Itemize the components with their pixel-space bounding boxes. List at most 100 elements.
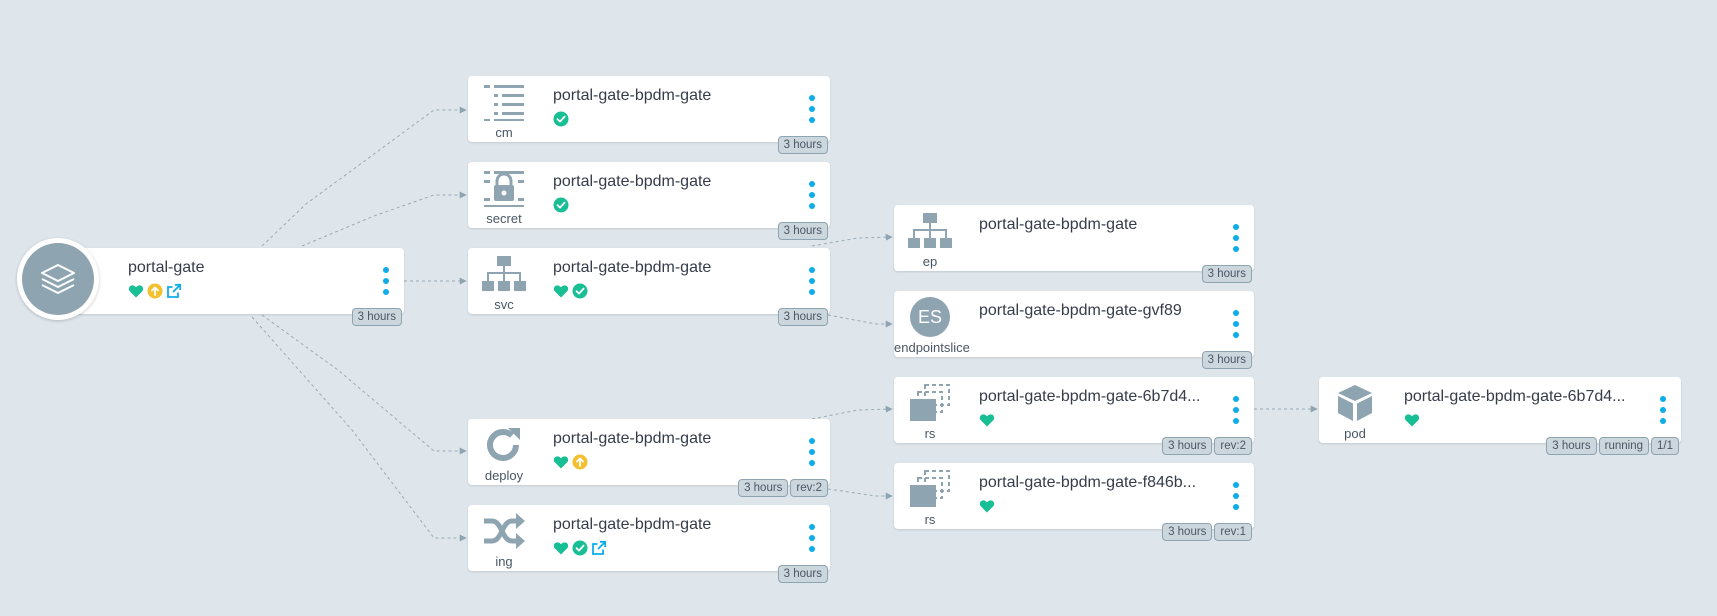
resource-node-rs-2[interactable]: rs portal-gate-bpdm-gate-f846b... 3 hour… [894,463,1254,541]
edge-svc-es [827,314,893,328]
resource-menu-button[interactable] [1232,396,1240,424]
info-tag: rev:2 [1214,437,1252,455]
resource-node-ing[interactable]: ing portal-gate-bpdm-gate 3 hours [468,505,830,583]
resource-kind-label: rs [924,426,936,441]
resource-kind-label: rs [924,512,936,527]
resource-name: portal-gate-bpdm-gate-gvf89 [979,302,1182,319]
age-tag: 3 hours [1201,351,1252,369]
age-tag: 3 hours [351,308,402,326]
resource-menu-button[interactable] [1232,224,1240,252]
age-tag: 3 hours [777,308,828,326]
edge-app-cm [261,106,467,247]
resource-name: portal-gate-bpdm-gate [553,87,712,104]
resource-node-endpointslice[interactable]: ES endpointslice portal-gate-bpdm-gate-g… [894,291,1254,369]
age-tag: 3 hours [777,565,828,583]
resource-node-svc[interactable]: svc portal-gate-bpdm-gate 3 hours [468,248,830,326]
resource-tags: 3 hours [1201,265,1252,283]
resource-menu-button[interactable] [808,438,816,466]
redo-icon [476,425,532,465]
edge-app-ing [251,316,467,542]
resource-name: portal-gate-bpdm-gate [553,430,712,447]
resource-menu-button[interactable] [1659,396,1667,424]
app-tags: 3 hours [351,308,402,326]
resource-tags: 3 hours [777,222,828,240]
external-link-icon[interactable] [591,540,607,556]
heart-icon [128,283,144,299]
resource-status-icons [553,111,569,127]
layers-icon [22,243,94,315]
resource-kind-label: ing [495,554,513,569]
edge-app-secret [301,191,467,247]
edge-deploy-rs2 [827,488,893,500]
age-tag: 3 hours [738,479,789,497]
resource-menu-button[interactable] [1232,310,1240,338]
edge-deploy-rs1 [811,405,893,420]
info-tag: rev:1 [1214,523,1252,541]
arrow-up-circle-icon [572,454,588,470]
resource-status-icons [553,540,607,556]
resource-status-icons [553,197,569,213]
heart-icon [553,540,569,556]
resource-node-deploy[interactable]: deploy portal-gate-bpdm-gate 3 hours rev:… [468,419,830,497]
resource-name: portal-gate-bpdm-gate-6b7d4... [1404,388,1626,405]
age-tag: 3 hours [1546,437,1597,455]
resource-kind-label: cm [495,125,513,140]
resource-menu-button[interactable] [1232,482,1240,510]
resource-node-pod[interactable]: pod portal-gate-bpdm-gate-6b7d4... 3 hou… [1319,377,1681,455]
resource-tags: 3 hours [777,308,828,326]
resource-node-cm[interactable]: cm portal-gate-bpdm-gate 3 hours [468,76,830,154]
edge-app-deploy [261,314,467,455]
resource-kind-label: endpointslice [894,340,970,355]
resource-kind-label: pod [1344,426,1366,441]
resource-menu-button[interactable] [808,181,816,209]
resource-name: portal-gate-bpdm-gate [553,173,712,190]
age-tag: 3 hours [777,222,828,240]
resource-status-icons [979,498,995,514]
heart-icon [979,498,995,514]
app-status-icons [128,283,182,299]
resource-status-icons [553,454,588,470]
resource-tags: 3 hours running 1/1 [1546,437,1679,455]
heart-icon [1404,412,1420,428]
resource-status-icons [979,412,995,428]
resource-node-rs-1[interactable]: rs portal-gate-bpdm-gate-6b7d4... 3 hour… [894,377,1254,455]
app-node-icon-circle[interactable] [17,238,99,320]
age-tag: 3 hours [1201,265,1252,283]
resource-node-ep[interactable]: ep portal-gate-bpdm-gate 3 hours [894,205,1254,283]
resource-name: portal-gate-bpdm-gate-f846b... [979,474,1197,491]
resource-menu-button[interactable] [808,95,816,123]
clone-icon [902,383,958,423]
resource-tags: 3 hours rev:2 [738,479,828,497]
es-badge-icon: ES [902,297,958,337]
resource-name: portal-gate-bpdm-gate [979,216,1138,233]
age-tag: 3 hours [777,136,828,154]
check-circle-icon [572,540,588,556]
resource-tags: 3 hours [777,136,828,154]
arrow-up-circle-icon [147,283,163,299]
info-tag: 1/1 [1651,437,1679,455]
resource-kind-label: svc [494,297,514,312]
resource-node-secret[interactable]: secret portal-gate-bpdm-gate 3 hours [468,162,830,240]
app-node[interactable]: portal-gate 3 hours [76,248,404,326]
check-circle-icon [553,197,569,213]
info-tag: rev:2 [790,479,828,497]
resource-menu-button[interactable] [808,267,816,295]
heart-icon [979,412,995,428]
app-name: portal-gate [128,259,205,276]
sitemap-icon [476,254,532,294]
app-menu-button[interactable] [382,267,390,295]
heart-icon [553,283,569,299]
age-tag: 3 hours [1162,523,1213,541]
sitemap-icon [902,211,958,251]
age-tag: 3 hours [1162,437,1213,455]
clone-icon [902,469,958,509]
external-link-icon[interactable] [166,283,182,299]
resource-tags: 3 hours rev:1 [1162,523,1252,541]
resource-menu-button[interactable] [808,524,816,552]
resource-status-icons [1404,412,1420,428]
check-circle-icon [553,111,569,127]
resource-name: portal-gate-bpdm-gate-6b7d4... [979,388,1201,405]
list-icon [476,82,532,122]
heart-icon [553,454,569,470]
resource-tags: 3 hours [777,565,828,583]
